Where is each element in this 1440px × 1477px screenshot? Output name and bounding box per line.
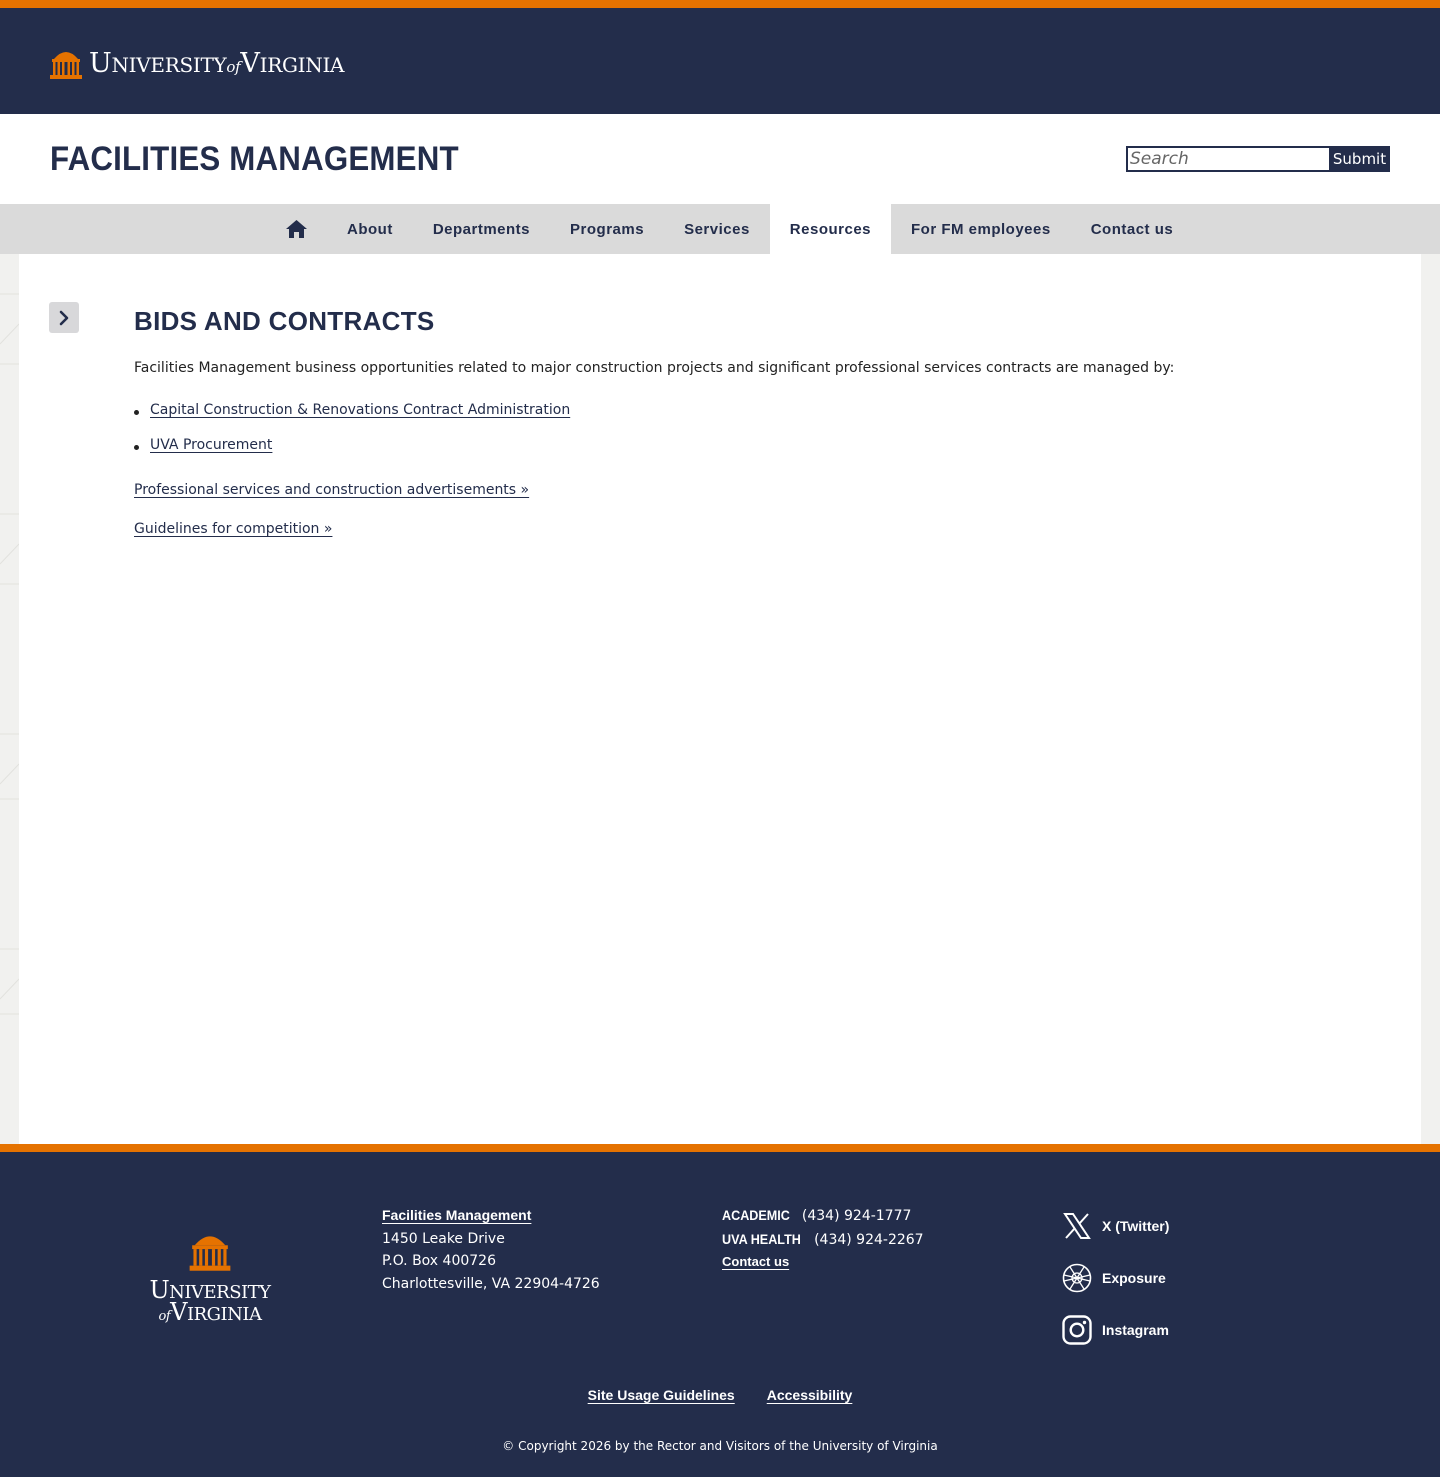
search-form: Submit <box>1126 146 1390 172</box>
capital-construction-link[interactable]: Capital Construction & Renovations Contr… <box>150 402 570 418</box>
home-icon <box>286 220 307 238</box>
footer-address: Facilities Management 1450 Leake Drive P… <box>382 1204 600 1295</box>
main-nav: About Departments Programs Services Reso… <box>0 204 1440 254</box>
footer-contact-link[interactable]: Contact us <box>722 1254 789 1269</box>
sidebar-toggle-button[interactable] <box>49 302 79 333</box>
footer-accent-bar <box>0 1144 1440 1152</box>
list-item: Capital Construction & Renovations Contr… <box>134 402 570 437</box>
address-line: Charlottesville, VA 22904-4726 <box>382 1275 600 1292</box>
instagram-icon <box>1061 1314 1093 1346</box>
advertisements-link[interactable]: Professional services and construction a… <box>134 482 529 498</box>
academic-label: ACADEMIC <box>722 1207 790 1223</box>
top-accent-bar <box>0 0 1440 8</box>
guidelines-link[interactable]: Guidelines for competition » <box>134 521 332 537</box>
footer-phones: ACADEMIC (434) 924-1777 UVA HEALTH (434)… <box>722 1204 924 1274</box>
chevron-right-icon <box>59 310 69 325</box>
academic-phone: (434) 924-1777 <box>801 1208 912 1224</box>
advertisements-paragraph: Professional services and construction a… <box>134 482 529 498</box>
search-submit-button[interactable]: Submit <box>1329 146 1390 172</box>
address-line: P.O. Box 400726 <box>382 1253 496 1269</box>
accessibility-link[interactable]: Accessibility <box>767 1387 853 1403</box>
site-header: FACILITIES MANAGEMENT Submit <box>0 114 1440 204</box>
social-twitter[interactable]: X (Twitter) <box>1061 1200 1169 1252</box>
list-item: UVA Procurement <box>134 437 570 472</box>
address-line: 1450 Leake Drive <box>382 1230 505 1247</box>
guidelines-paragraph: Guidelines for competition » <box>134 521 332 537</box>
uva-logo-link[interactable]: UNIVERSITYofVIRGINIA <box>50 43 345 83</box>
copyright: © Copyright 2026 by the Rector and Visit… <box>502 1439 938 1453</box>
social-label: Instagram <box>1102 1322 1169 1338</box>
intro-text: Facilities Management business opportuni… <box>134 360 1175 376</box>
social-exposure[interactable]: Exposure <box>1061 1252 1169 1304</box>
uva-wordmark: UNIVERSITYofVIRGINIA <box>89 47 345 79</box>
x-twitter-icon <box>1061 1210 1093 1242</box>
site-usage-guidelines-link[interactable]: Site Usage Guidelines <box>588 1387 735 1403</box>
main-content: BIDS AND CONTRACTS Facilities Management… <box>19 254 1421 1144</box>
health-label: UVA HEALTH <box>722 1230 801 1247</box>
nav-home[interactable] <box>276 204 327 254</box>
nav-resources[interactable]: Resources <box>769 204 892 254</box>
footer-org-link[interactable]: Facilities Management <box>382 1207 531 1223</box>
background-pattern <box>0 293 19 1015</box>
nav-about[interactable]: About <box>327 204 413 254</box>
nav-contact-us[interactable]: Contact us <box>1071 204 1194 254</box>
nav-programs[interactable]: Programs <box>550 204 664 254</box>
social-instagram[interactable]: Instagram <box>1061 1304 1169 1356</box>
footer: UNIVERSITY ofVIRGINIA Facilities Managem… <box>0 1152 1440 1477</box>
page-title: BIDS AND CONTRACTS <box>134 306 435 336</box>
uva-procurement-link[interactable]: UVA Procurement <box>150 437 272 453</box>
footer-uva-logo[interactable]: UNIVERSITY ofVIRGINIA <box>140 1230 280 1324</box>
footer-links: Site Usage Guidelines Accessibility <box>0 1387 1440 1403</box>
nav-fm-employees[interactable]: For FM employees <box>891 204 1071 254</box>
social-label: Exposure <box>1102 1270 1166 1286</box>
contract-link-list: Capital Construction & Renovations Contr… <box>134 402 570 472</box>
rotunda-icon <box>189 1236 231 1271</box>
search-input[interactable] <box>1126 146 1329 172</box>
nav-departments[interactable]: Departments <box>413 204 550 254</box>
site-title[interactable]: FACILITIES MANAGEMENT <box>50 140 459 179</box>
exposure-icon <box>1061 1262 1093 1294</box>
brand-bar: UNIVERSITYofVIRGINIA <box>0 8 1440 114</box>
social-links: X (Twitter) Exposure Instagram <box>1061 1200 1169 1356</box>
nav-services[interactable]: Services <box>664 204 770 254</box>
rotunda-icon <box>50 51 82 79</box>
health-phone: (434) 924-2267 <box>814 1231 924 1248</box>
footer-uva-wordmark: UNIVERSITY ofVIRGINIA <box>149 1276 271 1326</box>
social-label: X (Twitter) <box>1102 1218 1170 1234</box>
